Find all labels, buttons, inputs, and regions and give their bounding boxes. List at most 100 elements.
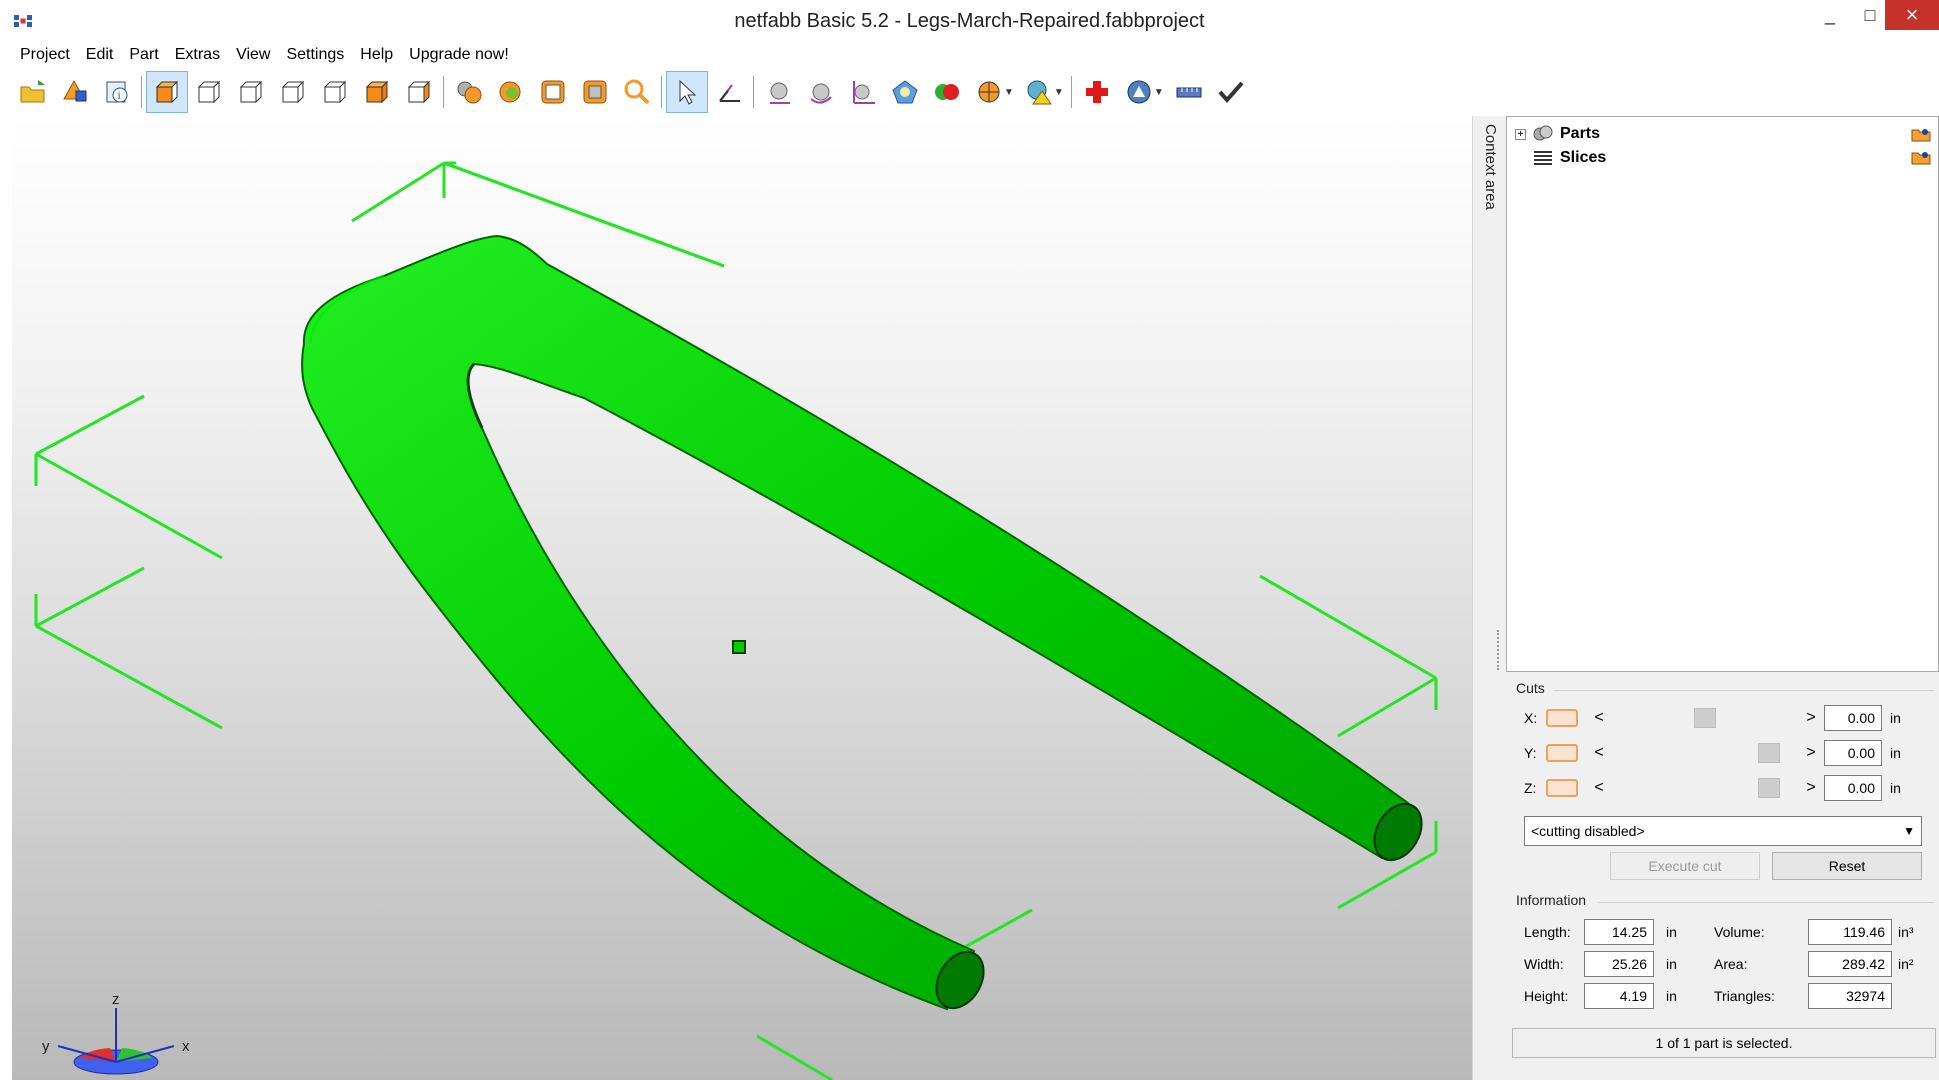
analysis-dropdown-icon[interactable]: ▼ bbox=[1154, 87, 1164, 98]
splitter-grip[interactable] bbox=[1497, 630, 1501, 670]
menu-upgrade[interactable]: Upgrade now! bbox=[401, 44, 517, 66]
tree-expander[interactable]: + bbox=[1515, 128, 1526, 140]
cut-color-swatch[interactable] bbox=[1546, 709, 1578, 727]
apply-button[interactable] bbox=[1210, 71, 1252, 113]
pie-menu-dropdown-icon[interactable]: ▼ bbox=[1004, 87, 1014, 98]
open-project-icon bbox=[20, 80, 45, 103]
boolean-button[interactable] bbox=[926, 71, 968, 113]
view-back-button[interactable] bbox=[230, 71, 272, 113]
move-tool-button[interactable] bbox=[708, 71, 750, 113]
mesh-sphere-button[interactable] bbox=[758, 71, 800, 113]
report-dropdown-icon[interactable]: ▼ bbox=[1054, 87, 1064, 98]
cut-mode-select[interactable]: <cutting disabled> ▼ bbox=[1524, 816, 1922, 846]
menu-bar: Project Edit Part Extras View Settings H… bbox=[12, 44, 517, 66]
measure-axes-button[interactable] bbox=[842, 71, 884, 113]
info-label: Length: bbox=[1524, 924, 1571, 940]
cut-color-swatch[interactable] bbox=[1546, 779, 1578, 797]
checkmark-icon bbox=[1218, 81, 1244, 104]
context-area-strip[interactable]: Context area bbox=[1472, 116, 1506, 1080]
section-view-button[interactable] bbox=[574, 71, 616, 113]
menu-edit[interactable]: Edit bbox=[78, 44, 122, 66]
cut-decrease-arrow[interactable]: < bbox=[1592, 709, 1606, 727]
add-part-icon bbox=[63, 79, 87, 102]
tree-item-slices[interactable]: Slices bbox=[1515, 147, 1606, 169]
shading-button[interactable] bbox=[448, 71, 490, 113]
menu-part[interactable]: Part bbox=[121, 44, 166, 66]
info-unit: in bbox=[1666, 988, 1677, 1004]
wireframe-icon bbox=[541, 80, 565, 104]
cut-slider[interactable] bbox=[1610, 708, 1800, 728]
boolean-icon bbox=[935, 84, 959, 100]
cut-increase-arrow[interactable]: > bbox=[1804, 779, 1818, 797]
ruler-button[interactable] bbox=[1168, 71, 1210, 113]
view-iso-button[interactable] bbox=[146, 71, 188, 113]
info-row-length: Length: 14.25 in Volume: 119.46 in³ bbox=[1524, 918, 1922, 946]
info-unit: in³ bbox=[1898, 924, 1914, 940]
cut-axis-label: Y: bbox=[1524, 745, 1537, 761]
info-value: 14.25 bbox=[1584, 919, 1654, 945]
cut-color-swatch[interactable] bbox=[1546, 744, 1578, 762]
menu-view[interactable]: View bbox=[228, 44, 278, 66]
open-project-button[interactable] bbox=[12, 71, 54, 113]
info-unit: in bbox=[1666, 924, 1677, 940]
rotate-icon bbox=[810, 83, 832, 104]
view-left-button[interactable] bbox=[272, 71, 314, 113]
view-top-button[interactable] bbox=[356, 71, 398, 113]
repair-button[interactable] bbox=[1076, 71, 1118, 113]
menu-extras[interactable]: Extras bbox=[167, 44, 228, 66]
tree-item-label: Slices bbox=[1560, 149, 1607, 166]
cut-unit: in bbox=[1890, 745, 1901, 761]
maximize-button[interactable]: □ bbox=[1855, 0, 1885, 30]
reset-button[interactable]: Reset bbox=[1772, 852, 1922, 880]
parts-folder-icon[interactable] bbox=[1911, 126, 1931, 142]
rotate-button[interactable] bbox=[800, 71, 842, 113]
minimize-button[interactable]: _ bbox=[1815, 0, 1845, 30]
close-button[interactable]: × bbox=[1885, 0, 1939, 30]
view-right-button[interactable] bbox=[314, 71, 356, 113]
selection-status: 1 of 1 part is selected. bbox=[1512, 1028, 1936, 1058]
info-row-width: Width: 25.26 in Area: 289.42 in² bbox=[1524, 950, 1922, 978]
cut-value-input[interactable]: 0.00 bbox=[1824, 775, 1882, 801]
mesh-sphere-icon bbox=[770, 82, 790, 104]
cut-decrease-arrow[interactable]: < bbox=[1592, 779, 1606, 797]
cut-increase-arrow[interactable]: > bbox=[1804, 709, 1818, 727]
scene-canvas[interactable]: z x y bbox=[12, 116, 1472, 1080]
view-front-button[interactable] bbox=[188, 71, 230, 113]
zoom-icon bbox=[624, 79, 650, 105]
axis-label-y: y bbox=[42, 1038, 50, 1055]
cut-decrease-arrow[interactable]: < bbox=[1592, 744, 1606, 762]
cut-slider[interactable] bbox=[1610, 743, 1800, 763]
execute-cut-button[interactable]: Execute cut bbox=[1610, 852, 1760, 880]
view-front-icon bbox=[197, 80, 221, 104]
menu-settings[interactable]: Settings bbox=[278, 44, 352, 66]
part-info-icon: i bbox=[106, 81, 128, 103]
part-info-button[interactable]: i bbox=[96, 71, 138, 113]
select-pointer-button[interactable] bbox=[666, 71, 708, 113]
zoom-button[interactable] bbox=[616, 71, 658, 113]
view-bottom-button[interactable] bbox=[398, 71, 440, 113]
menu-help[interactable]: Help bbox=[352, 44, 401, 66]
cut-slider-thumb[interactable] bbox=[1757, 743, 1780, 763]
info-label: Height: bbox=[1524, 988, 1569, 1004]
add-part-button[interactable] bbox=[54, 71, 96, 113]
cut-value-input[interactable]: 0.00 bbox=[1824, 705, 1882, 731]
cut-increase-arrow[interactable]: > bbox=[1804, 744, 1818, 762]
menu-project[interactable]: Project bbox=[12, 44, 78, 66]
view-right-icon bbox=[323, 80, 347, 104]
cut-slider[interactable] bbox=[1610, 778, 1800, 798]
slices-folder-icon[interactable] bbox=[1911, 149, 1931, 165]
cut-slider-thumb[interactable] bbox=[1757, 778, 1780, 798]
axis-gizmo: z x y bbox=[42, 991, 190, 1075]
select-pointer-icon bbox=[679, 79, 697, 105]
legs-part-model[interactable] bbox=[301, 234, 1431, 1016]
tree-item-parts[interactable]: + Parts bbox=[1515, 123, 1600, 145]
color-parts-button[interactable] bbox=[490, 71, 532, 113]
cut-value-input[interactable]: 0.00 bbox=[1824, 740, 1882, 766]
wireframe-button[interactable] bbox=[532, 71, 574, 113]
view-top-icon bbox=[365, 80, 389, 104]
cut-slider-thumb[interactable] bbox=[1694, 708, 1716, 728]
transform-button[interactable] bbox=[884, 71, 926, 113]
3d-viewport[interactable]: z x y bbox=[12, 116, 1472, 1080]
cut-row-x: X: < > 0.00 in bbox=[1524, 704, 1910, 732]
info-value: 4.19 bbox=[1584, 983, 1654, 1009]
